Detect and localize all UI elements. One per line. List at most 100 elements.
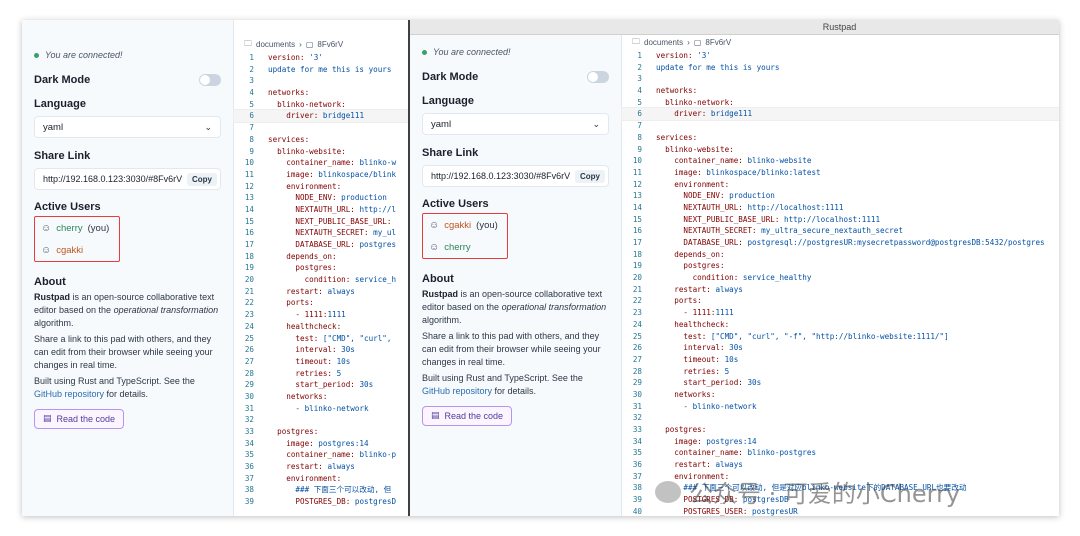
code-icon: ▤ (43, 413, 52, 423)
code-line: 20 condition: service_healthy (622, 272, 1059, 284)
code-line: 36 restart: always (622, 459, 1059, 471)
about-paragraph-3: Built using Rust and TypeScript. See the… (422, 373, 583, 396)
code-line: 18 depends_on: (622, 249, 1059, 261)
code-line: 28 retries: 5 (622, 366, 1059, 378)
breadcrumb: 🗀 documents › ▢ 8Fv6rV (622, 35, 1059, 50)
line-text: condition: service_h (268, 275, 397, 285)
line-number: 34 (632, 436, 642, 446)
language-select[interactable]: yaml ⌄ (422, 113, 609, 135)
language-select[interactable]: yaml ⌄ (34, 116, 221, 138)
line-number: 21 (244, 286, 254, 296)
about-paragraph-1: Rustpad is an open-source collaborative … (422, 289, 607, 325)
github-link[interactable]: GitHub repository (34, 389, 104, 399)
line-number: 33 (244, 427, 254, 436)
code-line: 38 ### 下面三个可以改动, 但 (234, 484, 409, 496)
read-code-button[interactable]: ▤ Read the code (422, 405, 513, 426)
line-number: 32 (632, 413, 642, 423)
line-number: 22 (632, 296, 642, 306)
line-text: postgres: (268, 263, 337, 273)
status-dot-icon (422, 49, 427, 55)
line-number: 12 (632, 179, 642, 189)
user-icon: ☺ (429, 241, 440, 253)
line-number: 5 (637, 97, 642, 107)
code-line: 30 networks: (234, 391, 409, 403)
line-text: postgres: (656, 425, 707, 434)
code-editor[interactable]: 🗀 documents › ▢ 8Fv6rV 1 version: '3' 2 upd… (621, 35, 1059, 516)
line-number: 5 (249, 99, 254, 109)
line-number: 14 (632, 202, 642, 212)
user-you-tag: (you) (476, 219, 498, 231)
line-text: ### 下面三个可以改动, 但 (268, 485, 392, 495)
code-line: 34 image: postgres:14 (234, 438, 409, 450)
line-number: 31 (244, 403, 254, 413)
line-text: postgres: (268, 427, 319, 436)
code-line: 15 NEXT_PUBLIC_BASE_URL: http://localhos… (622, 214, 1059, 226)
line-number: 6 (637, 109, 642, 119)
line-text: POSTGRES_DB: postgresD (268, 497, 397, 507)
share-link-field[interactable]: http://192.168.0.123:3030/#8Fv6rV Copy (422, 165, 609, 187)
line-text: depends_on: (656, 249, 725, 259)
user-name: cherry (444, 241, 471, 253)
line-text: postgres: (656, 261, 725, 271)
code-line: 37 environment: (234, 473, 409, 485)
code-line: 4 networks: (622, 85, 1059, 97)
code-line: 21 restart: always (234, 286, 409, 298)
line-number: 23 (632, 308, 642, 318)
dark-mode-toggle[interactable] (199, 74, 221, 86)
code-line: 32 (622, 412, 1059, 424)
code-line: 7 (622, 120, 1059, 132)
code-line: 33 postgres: (622, 424, 1059, 436)
line-number: 13 (244, 193, 254, 203)
line-text: condition: service_healthy (656, 273, 812, 283)
code-line: 17 DATABASE_URL: postgresql://postgresUR… (622, 237, 1059, 249)
line-number: 15 (244, 216, 254, 226)
dark-mode-row: Dark Mode (34, 74, 221, 86)
line-number: 35 (632, 448, 642, 458)
rustpad-window-cherry: You are connected! Dark Mode Language ya… (22, 20, 409, 516)
copy-button[interactable]: Copy (187, 172, 217, 186)
line-text: image: postgres:14 (268, 438, 369, 448)
code-line: 21 restart: always (622, 284, 1059, 296)
code-line: 3 (234, 75, 409, 87)
line-number: 19 (632, 261, 642, 271)
code-line: 7 (234, 122, 409, 134)
code-icon: ▤ (431, 410, 440, 420)
line-text: - 1111:1111 (656, 308, 734, 318)
line-number: 33 (632, 425, 642, 434)
code-line: 12 environment: (622, 179, 1059, 191)
active-users-heading: Active Users (422, 198, 489, 210)
dark-mode-toggle[interactable] (587, 71, 609, 83)
line-number: 10 (632, 156, 642, 166)
line-text: timeout: 10s (268, 356, 351, 366)
file-icon: ▢ (305, 40, 314, 49)
line-number: 20 (244, 275, 254, 285)
language-value: yaml (43, 121, 64, 133)
line-number: 36 (244, 462, 254, 472)
user-item: ☺ cgakki (41, 239, 113, 261)
code-lines: 1 version: '3' 2 update for me this is your… (621, 50, 1059, 516)
code-line: 8 services: (234, 134, 409, 146)
copy-button[interactable]: Copy (575, 169, 605, 183)
line-text: version: '3' (656, 51, 711, 60)
code-line: 27 timeout: 10s (234, 356, 409, 368)
line-text: retries: 5 (656, 366, 730, 376)
github-link[interactable]: GitHub repository (422, 386, 492, 396)
read-code-button[interactable]: ▤ Read the code (34, 408, 125, 429)
connection-status: You are connected! (422, 47, 609, 57)
line-number: 35 (244, 450, 254, 460)
about-heading: About (422, 273, 454, 285)
line-text: services: (268, 134, 310, 144)
dark-mode-row: Dark Mode (422, 71, 609, 83)
line-number: 18 (244, 251, 254, 261)
code-editor[interactable]: 🗀 documents › ▢ 8Fv6rV 1 version: '3' 2 upd… (233, 20, 409, 516)
line-number: 30 (632, 389, 642, 399)
line-number: 9 (637, 144, 642, 154)
share-link-field[interactable]: http://192.168.0.123:3030/#8Fv6rV Copy (34, 168, 221, 190)
line-number: 20 (632, 273, 642, 283)
folder-icon: 🗀 (244, 38, 252, 48)
line-text: blinko-network: (656, 97, 734, 107)
code-line: 25 test: ["CMD", "curl", (234, 333, 409, 345)
code-line: 26 interval: 30s (234, 344, 409, 356)
code-lines: 1 version: '3' 2 update for me this is your… (233, 52, 409, 508)
line-number: 15 (632, 214, 642, 224)
